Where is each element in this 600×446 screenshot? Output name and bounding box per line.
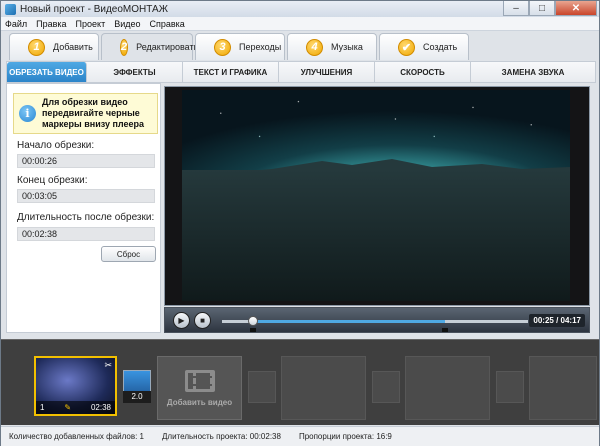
step-tab-create[interactable]: ✔ Создать — [379, 33, 469, 60]
project-aspect: Пропорции проекта: 16:9 — [298, 432, 392, 441]
menu-item-edit[interactable]: Правка — [36, 19, 66, 29]
project-duration: Длительность проекта: 00:02:38 — [162, 432, 281, 441]
clip-duration: 02:38 — [90, 403, 111, 412]
step-tab-add[interactable]: 1 Добавить — [9, 33, 99, 60]
playhead-handle[interactable] — [247, 316, 258, 326]
step-tab-music[interactable]: 4 Музыка — [287, 33, 377, 60]
trim-end-label: Конец обрезки: — [17, 175, 88, 186]
window-title: Новый проект - ВидеоМОНТАЖ — [20, 3, 168, 15]
tab-trim-video[interactable]: ОБРЕЗАТЬ ВИДЕО — [7, 62, 87, 82]
app-logo-icon — [5, 3, 16, 15]
step-tabs: 1 Добавить 2 Редактировать 3 Переходы 4 … — [9, 33, 471, 60]
trim-start-field: 00:00:26 — [17, 154, 155, 168]
step-tab-label: Музыка — [331, 42, 363, 52]
menu-item-help[interactable]: Справка — [150, 19, 185, 29]
step-tab-transitions[interactable]: 3 Переходы — [195, 33, 285, 60]
empty-transition-slot — [372, 371, 400, 403]
empty-clip-slot — [405, 356, 490, 420]
step-tab-label: Добавить — [53, 42, 93, 52]
add-video-label: Добавить видео — [166, 397, 233, 407]
trim-range-fill — [252, 320, 446, 323]
time-display: 00:25 / 04:17 — [529, 314, 585, 327]
tab-effects[interactable]: ЭФФЕКТЫ — [87, 62, 183, 82]
info-icon: i — [19, 105, 36, 122]
clip-index: 1 — [40, 403, 45, 412]
menu-item-file[interactable]: Файл — [5, 19, 27, 29]
tab-enhancements[interactable]: УЛУЧШЕНИЯ — [279, 62, 375, 82]
title-bar: Новый проект - ВидеоМОНТАЖ – □ ✕ — [1, 1, 599, 17]
trim-start-label: Начало обрезки: — [17, 140, 95, 151]
clip-thumbnail[interactable]: ✂ 1 ✎ 02:38 — [34, 356, 117, 416]
player-controls: ▶ ■ 00:25 / 04:17 — [164, 307, 590, 333]
stop-button[interactable]: ■ — [194, 312, 211, 329]
empty-clip-slot — [281, 356, 366, 420]
menu-item-project[interactable]: Проект — [76, 19, 106, 29]
empty-transition-slot — [248, 371, 276, 403]
minimize-button[interactable]: – — [503, 1, 529, 16]
trim-start-marker[interactable] — [249, 328, 256, 332]
video-frame — [182, 90, 570, 301]
trim-duration-field: 00:02:38 — [17, 227, 155, 241]
tab-text-graphics[interactable]: ТЕКСТ И ГРАФИКА — [183, 62, 279, 82]
tab-replace-audio[interactable]: ЗАМЕНА ЗВУКА — [471, 62, 595, 82]
trim-end-marker[interactable] — [442, 328, 449, 332]
trim-hint: i Для обрезки видео передвигайте черные … — [13, 93, 158, 134]
tab-speed[interactable]: СКОРОСТЬ — [375, 62, 471, 82]
empty-clip-slot — [529, 356, 597, 420]
status-bar: Количество добавленных файлов: 1 Длитель… — [1, 426, 599, 446]
step-tab-label: Создать — [423, 42, 458, 52]
checkmark-icon: ✔ — [398, 38, 415, 56]
reset-button[interactable]: Сброс — [101, 246, 156, 262]
play-button[interactable]: ▶ — [173, 312, 190, 329]
film-icon — [184, 369, 215, 392]
close-button[interactable]: ✕ — [555, 1, 597, 16]
step-number-badge: 2 — [120, 38, 129, 56]
maximize-button[interactable]: □ — [529, 1, 555, 16]
step-tab-label: Переходы — [239, 42, 282, 52]
trim-panel: i Для обрезки видео передвигайте черные … — [6, 83, 161, 333]
menu-bar: Файл Правка Проект Видео Справка — [1, 17, 599, 31]
step-number-badge: 1 — [28, 38, 45, 56]
step-number-badge: 3 — [214, 38, 231, 56]
timeline-track[interactable] — [222, 316, 528, 332]
app-window: Новый проект - ВидеоМОНТАЖ – □ ✕ Файл Пр… — [0, 0, 600, 446]
video-preview[interactable] — [164, 86, 590, 306]
menu-item-video[interactable]: Видео — [114, 19, 140, 29]
trim-duration-label: Длительность после обрезки: — [17, 212, 155, 223]
hint-text: Для обрезки видео передвигайте черные ма… — [42, 97, 145, 129]
pencil-icon[interactable]: ✎ — [64, 403, 71, 412]
step-tab-label: Редактировать — [136, 42, 199, 52]
files-count: Количество добавленных файлов: 1 — [9, 432, 144, 441]
empty-transition-slot — [496, 371, 524, 403]
step-tab-edit[interactable]: 2 Редактировать — [101, 33, 198, 60]
transition-duration: 2.0 — [123, 391, 151, 403]
scissors-icon: ✂ — [104, 360, 112, 370]
add-video-button[interactable]: Добавить видео — [157, 356, 242, 420]
trim-end-field: 00:03:05 — [17, 189, 155, 203]
edit-subtabs: ОБРЕЗАТЬ ВИДЕО ЭФФЕКТЫ ТЕКСТ И ГРАФИКА У… — [6, 61, 596, 83]
storyboard: ✂ 1 ✎ 02:38 2.0 Добавить видео — [1, 339, 599, 425]
step-number-badge: 4 — [306, 38, 323, 56]
